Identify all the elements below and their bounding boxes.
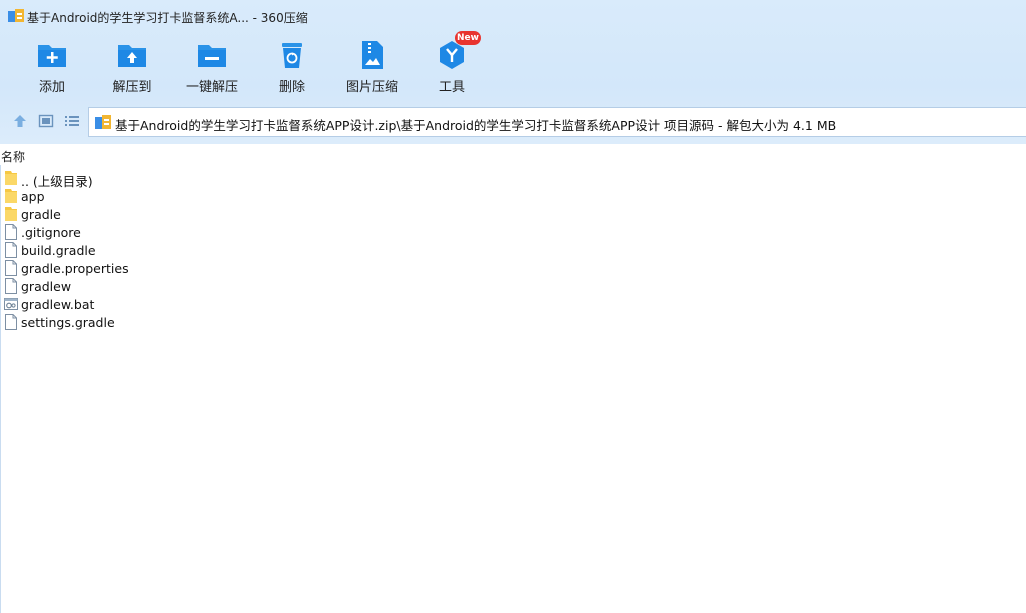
file-name: app — [21, 189, 45, 204]
address-path: 基于Android的学生学习打卡监督系统APP设计.zip\基于Android的… — [115, 118, 837, 133]
window-title: 基于Android的学生学习打卡监督系统A... - 360压缩 — [27, 11, 308, 25]
recycle-bin-icon — [282, 43, 302, 68]
extract-to-button[interactable]: 解压到 — [90, 34, 174, 98]
extract-to-button-label: 解压到 — [112, 80, 152, 95]
list-item-parent-directory[interactable]: .. (上级目录) — [0, 169, 300, 189]
list-item-settings-gradle[interactable]: settings.gradle — [0, 313, 300, 331]
file-name: gradlew — [21, 279, 72, 294]
column-header-name[interactable]: 名称 — [1, 148, 25, 165]
add-button[interactable]: 添加 — [10, 34, 94, 98]
navigation-bar: 基于Android的学生学习打卡监督系统APP设计.zip\基于Android的… — [0, 104, 1026, 140]
up-arrow-icon[interactable] — [11, 112, 29, 130]
delete-button-label: 删除 — [278, 80, 305, 95]
list-item-gradlew-bat[interactable]: gradlew.bat — [0, 295, 300, 313]
list-view-icon[interactable] — [63, 112, 81, 130]
title-bar: 基于Android的学生学习打卡监督系统A... - 360压缩 — [0, 0, 1026, 32]
one-click-extract-icon — [198, 45, 226, 67]
list-item-app[interactable]: app — [0, 187, 300, 205]
address-bar[interactable]: 基于Android的学生学习打卡监督系统APP设计.zip\基于Android的… — [88, 107, 1026, 137]
delete-button[interactable]: 删除 — [250, 34, 334, 98]
app-logo-icon — [8, 9, 24, 22]
image-compress-icon — [362, 41, 383, 69]
file-name: .gitignore — [21, 225, 81, 240]
file-icon — [5, 260, 17, 276]
list-item-build-gradle[interactable]: build.gradle — [0, 241, 300, 259]
file-list: .. (上级目录) app gradle .gitignore build.gr… — [0, 169, 1026, 331]
file-icon — [5, 278, 17, 294]
list-item-gradle-properties[interactable]: gradle.properties — [0, 259, 300, 277]
file-name: gradle — [21, 207, 61, 222]
add-folder-icon — [38, 45, 66, 67]
top-panel: 基于Android的学生学习打卡监督系统A... - 360压缩 添加 解压到 — [0, 0, 1026, 144]
file-icon — [5, 224, 17, 240]
file-icon — [5, 314, 17, 330]
one-click-extract-button-label: 一键解压 — [185, 80, 238, 95]
file-name: gradle.properties — [21, 261, 129, 276]
batch-file-icon — [4, 298, 18, 310]
file-name: gradlew.bat — [21, 297, 95, 312]
image-compress-button-label: 图片压缩 — [345, 80, 398, 95]
thumbnail-view-icon[interactable] — [37, 112, 55, 130]
file-name: build.gradle — [21, 243, 96, 258]
file-name: settings.gradle — [21, 315, 115, 330]
folder-icon — [5, 171, 17, 185]
file-icon — [5, 242, 17, 258]
column-header-row: 名称 — [0, 145, 1026, 165]
tools-button[interactable]: New 工具 — [410, 31, 494, 98]
extract-to-icon — [118, 45, 146, 67]
add-button-label: 添加 — [38, 80, 65, 95]
new-badge: New — [455, 31, 481, 45]
one-click-extract-button[interactable]: 一键解压 — [170, 34, 254, 98]
archive-icon — [95, 115, 111, 129]
image-compress-button[interactable]: 图片压缩 — [330, 34, 414, 98]
list-item-gradlew[interactable]: gradlew — [0, 277, 300, 295]
list-item-gitignore[interactable]: .gitignore — [0, 223, 300, 241]
tools-button-label: 工具 — [438, 80, 465, 95]
list-item-gradle-folder[interactable]: gradle — [0, 205, 300, 223]
folder-icon — [5, 189, 17, 203]
folder-icon — [5, 207, 17, 221]
